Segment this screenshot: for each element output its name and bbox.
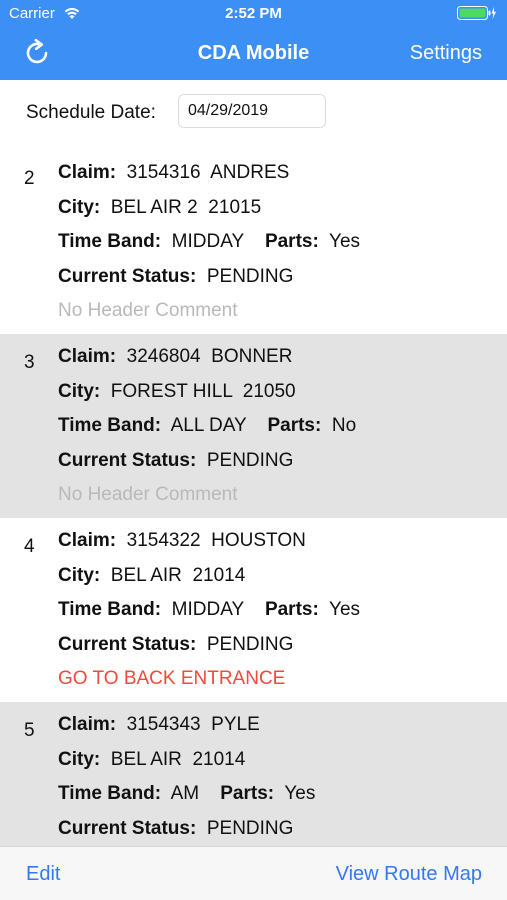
schedule-date-bar: Schedule Date: [0, 80, 507, 146]
claim-value: 3154322 HOUSTON [126, 530, 306, 551]
parts-value: No [331, 415, 357, 436]
row-number: 2 [24, 168, 35, 189]
status-label: Current Status: [58, 634, 197, 655]
city-label: City: [58, 749, 101, 770]
clock: 2:52 PM [225, 5, 282, 22]
status-value: PENDING [206, 634, 294, 655]
parts-label: Parts: [267, 415, 322, 436]
battery-icon [457, 6, 497, 25]
settings-button[interactable]: Settings [410, 42, 482, 65]
claim-value: 3154316 ANDRES [126, 162, 290, 183]
claim-label: Claim: [58, 162, 117, 183]
time-band-value: MIDDAY [171, 599, 244, 620]
parts-value: Yes [329, 599, 361, 620]
edit-button[interactable]: Edit [26, 863, 60, 886]
header-comment: No Header Comment [58, 300, 238, 321]
nav-bar: CDA Mobile Settings [0, 28, 507, 80]
city-label: City: [58, 565, 101, 586]
time-band-label: Time Band: [58, 599, 162, 620]
schedule-date-field[interactable] [178, 94, 326, 128]
list-item[interactable]: 4 Claim: 3154322 HOUSTON City: BEL AIR 2… [0, 518, 507, 702]
status-label: Current Status: [58, 450, 197, 471]
city-value: BEL AIR 21014 [110, 565, 246, 586]
bottom-toolbar: Edit View Route Map [0, 846, 507, 900]
city-value: BEL AIR 2 21015 [110, 197, 262, 218]
view-route-map-button[interactable]: View Route Map [336, 863, 482, 886]
parts-value: Yes [284, 783, 316, 804]
parts-value: Yes [329, 231, 361, 252]
row-number: 5 [24, 720, 35, 741]
parts-label: Parts: [264, 231, 319, 252]
row-number: 4 [24, 536, 35, 557]
list-item[interactable]: 5 Claim: 3154343 PYLE City: BEL AIR 2101… [0, 702, 507, 846]
list-item[interactable]: 2 Claim: 3154316 ANDRES City: BEL AIR 2 … [0, 150, 507, 334]
parts-label: Parts: [220, 783, 275, 804]
header-comment: No Header Comment [58, 484, 238, 505]
time-band-label: Time Band: [58, 415, 162, 436]
time-band-value: ALL DAY [170, 415, 247, 436]
status-value: PENDING [206, 266, 294, 287]
list-item[interactable]: 3 Claim: 3246804 BONNER City: FOREST HIL… [0, 334, 507, 518]
claim-label: Claim: [58, 346, 117, 367]
parts-label: Parts: [264, 599, 319, 620]
claim-label: Claim: [58, 530, 117, 551]
city-value: BEL AIR 21014 [110, 749, 246, 770]
time-band-value: AM [170, 783, 200, 804]
status-label: Current Status: [58, 266, 197, 287]
status-value: PENDING [206, 450, 294, 471]
status-label: Current Status: [58, 818, 197, 839]
time-band-label: Time Band: [58, 783, 162, 804]
schedule-date-label: Schedule Date: [26, 102, 156, 123]
time-band-value: MIDDAY [171, 231, 244, 252]
status-value: PENDING [206, 818, 294, 839]
city-value: FOREST HILL 21050 [110, 381, 296, 402]
row-number: 3 [24, 352, 35, 373]
claims-list: 2 Claim: 3154316 ANDRES City: BEL AIR 2 … [0, 150, 507, 846]
claim-label: Claim: [58, 714, 117, 735]
city-label: City: [58, 381, 101, 402]
claim-value: 3154343 PYLE [126, 714, 260, 735]
time-band-label: Time Band: [58, 231, 162, 252]
header-comment: GO TO BACK ENTRANCE [58, 668, 286, 689]
city-label: City: [58, 197, 101, 218]
status-bar: Carrier 2:52 PM [0, 0, 507, 28]
claim-value: 3246804 BONNER [126, 346, 293, 367]
